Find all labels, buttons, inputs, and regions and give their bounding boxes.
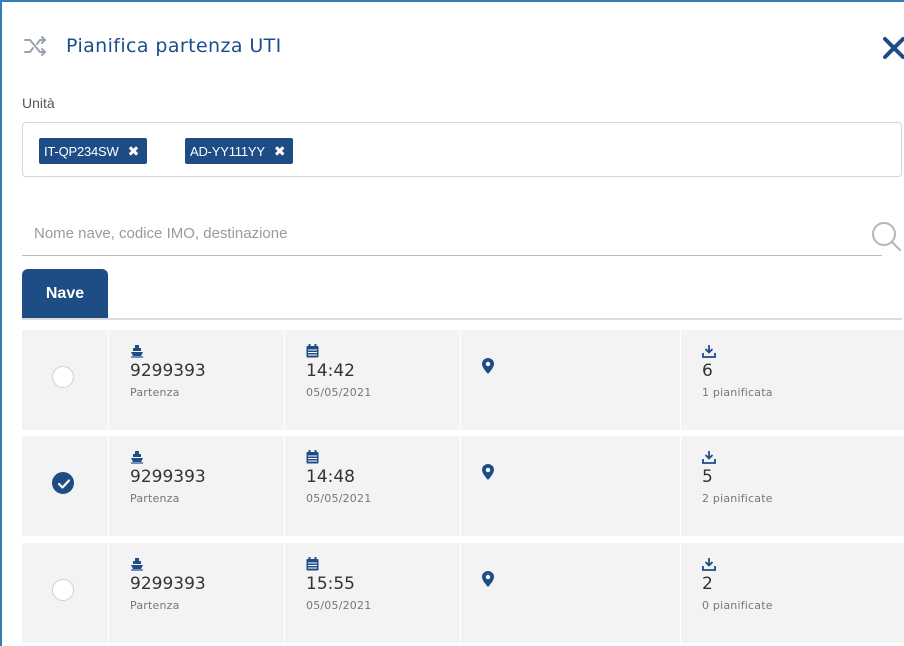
cell-divider: [460, 436, 461, 536]
units-label: Unità: [22, 95, 55, 111]
dialog-header: Pianifica partenza UTI: [22, 28, 904, 64]
units-cell: 6 1 pianificata: [702, 344, 773, 399]
units-cell: 2 0 pianificate: [702, 557, 773, 612]
units-count: 2: [702, 574, 713, 594]
departure-row[interactable]: 9299393 Partenza 15:55 05/05/2021 2 0 pi…: [22, 543, 904, 643]
cell-divider: [284, 330, 285, 430]
vessel-caption: Partenza: [130, 599, 180, 612]
vessel-cell: 9299393 Partenza: [130, 344, 206, 399]
departure-time: 14:48: [306, 467, 355, 487]
vessel-imo: 9299393: [130, 467, 206, 487]
vessel-caption: Partenza: [130, 386, 180, 399]
vessel-cell: 9299393 Partenza: [130, 557, 206, 612]
download-icon: [702, 558, 716, 571]
vessel-imo: 9299393: [130, 361, 206, 381]
departure-row[interactable]: 9299393 Partenza 14:48 05/05/2021 5 2 pi…: [22, 436, 904, 536]
departure-time: 14:42: [306, 361, 355, 381]
cell-divider: [680, 436, 681, 536]
map-pin-icon: [482, 358, 494, 374]
planned-count: 0 pianificate: [702, 599, 773, 612]
check-icon: [58, 479, 70, 489]
search-field: [22, 212, 882, 256]
departure-row[interactable]: 9299393 Partenza 14:42 05/05/2021 6 1 pi…: [22, 330, 904, 430]
date-cell: 15:55 05/05/2021: [306, 557, 371, 612]
row-radio[interactable]: [52, 579, 74, 601]
dialog-border-top: [0, 0, 904, 2]
cell-divider: [460, 330, 461, 430]
close-icon[interactable]: [881, 35, 904, 61]
download-icon: [702, 345, 716, 358]
cell-divider: [108, 330, 109, 430]
vessel-imo: 9299393: [130, 574, 206, 594]
date-cell: 14:42 05/05/2021: [306, 344, 371, 399]
unit-chip: AD-YY111YY ✖: [185, 138, 294, 164]
unit-chip-label: AD-YY111YY: [190, 143, 265, 159]
departure-date: 05/05/2021: [306, 386, 372, 399]
download-icon: [702, 451, 716, 464]
destination-cell: [482, 358, 494, 379]
unit-chip-label: IT-QP234SW: [44, 143, 119, 159]
units-multiselect[interactable]: IT-QP234SW ✖ AD-YY111YY ✖: [22, 122, 902, 177]
departure-date: 05/05/2021: [306, 599, 372, 612]
row-radio[interactable]: [52, 366, 74, 388]
remove-chip-icon[interactable]: ✖: [274, 143, 286, 160]
vessel-caption: Partenza: [130, 492, 180, 505]
map-pin-icon: [482, 464, 494, 480]
tab-bar-divider: [22, 318, 902, 320]
map-pin-icon: [482, 571, 494, 587]
ship-icon: [131, 451, 143, 464]
close-button[interactable]: [874, 28, 904, 68]
date-cell: 14:48 05/05/2021: [306, 450, 371, 505]
row-radio[interactable]: [52, 472, 74, 494]
unit-chip: IT-QP234SW ✖: [39, 138, 148, 164]
units-count: 6: [702, 361, 713, 381]
ship-icon: [131, 558, 143, 571]
calendar-icon: [306, 344, 319, 358]
ship-icon: [131, 345, 143, 358]
cell-divider: [284, 543, 285, 643]
units-count: 5: [702, 467, 713, 487]
vessel-cell: 9299393 Partenza: [130, 450, 206, 505]
planned-count: 1 pianificata: [702, 386, 773, 399]
calendar-icon: [306, 450, 319, 464]
shuffle-icon: [22, 32, 50, 60]
search-icon[interactable]: [869, 219, 903, 253]
cell-divider: [680, 330, 681, 430]
planned-count: 2 pianificate: [702, 492, 773, 505]
departure-time: 15:55: [306, 574, 355, 594]
destination-cell: [482, 464, 494, 485]
dialog-title: Pianifica partenza UTI: [66, 35, 282, 57]
cell-divider: [108, 543, 109, 643]
departure-date: 05/05/2021: [306, 492, 372, 505]
cell-divider: [108, 436, 109, 536]
cell-divider: [680, 543, 681, 643]
calendar-icon: [306, 557, 319, 571]
units-cell: 5 2 pianificate: [702, 450, 773, 505]
dialog-border-left: [0, 0, 2, 646]
search-input[interactable]: [34, 220, 834, 246]
tab-nave[interactable]: Nave: [22, 269, 108, 319]
cell-divider: [460, 543, 461, 643]
remove-chip-icon[interactable]: ✖: [128, 143, 140, 160]
destination-cell: [482, 571, 494, 592]
cell-divider: [284, 436, 285, 536]
